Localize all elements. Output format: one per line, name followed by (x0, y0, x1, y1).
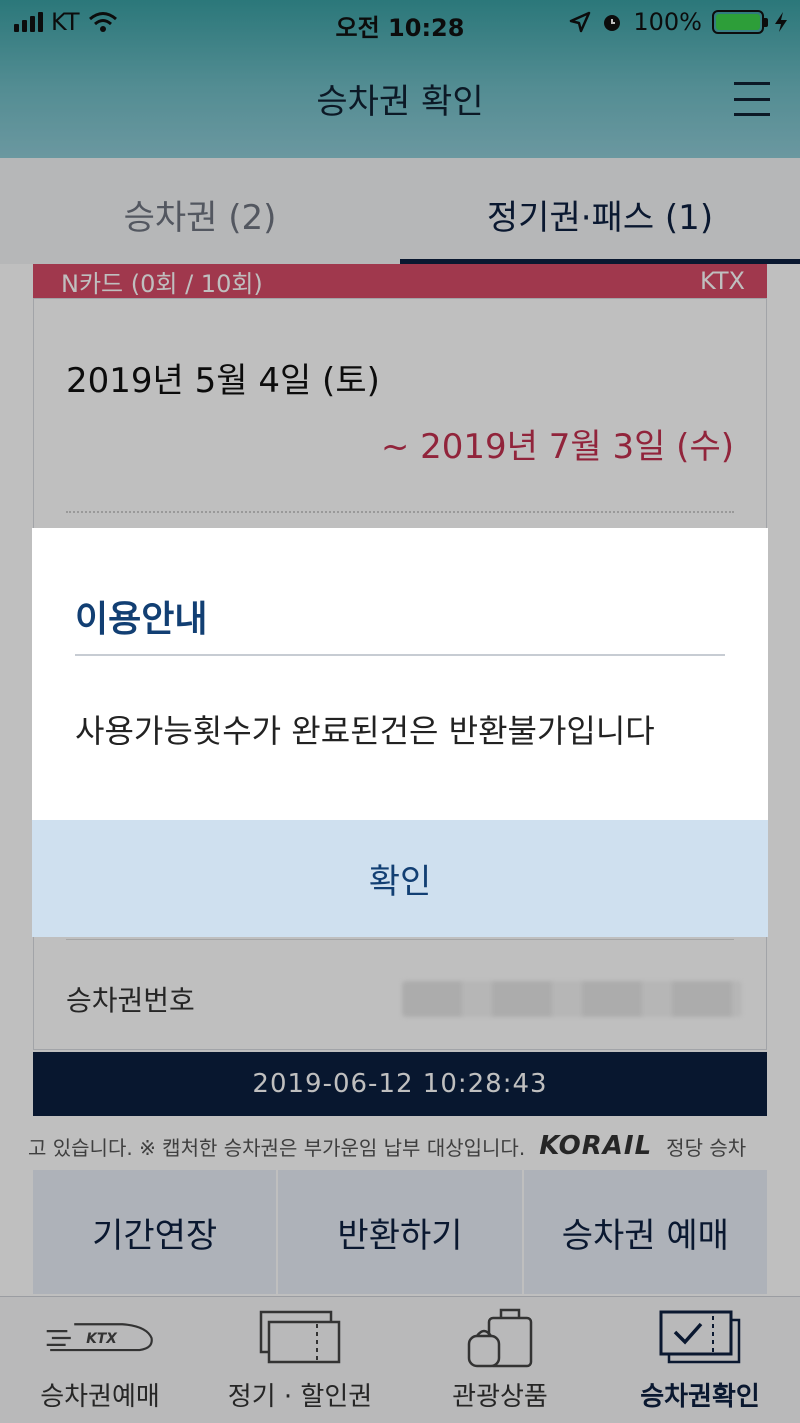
dialog-title: 이용안내 (75, 599, 208, 640)
confirm-button[interactable]: 확인 (32, 820, 768, 937)
dialog-divider (75, 654, 725, 656)
dialog-message: 사용가능횟수가 완료된건은 반환불가입니다 (75, 712, 655, 750)
info-dialog: 이용안내 사용가능횟수가 완료된건은 반환불가입니다 확인 (32, 528, 768, 937)
